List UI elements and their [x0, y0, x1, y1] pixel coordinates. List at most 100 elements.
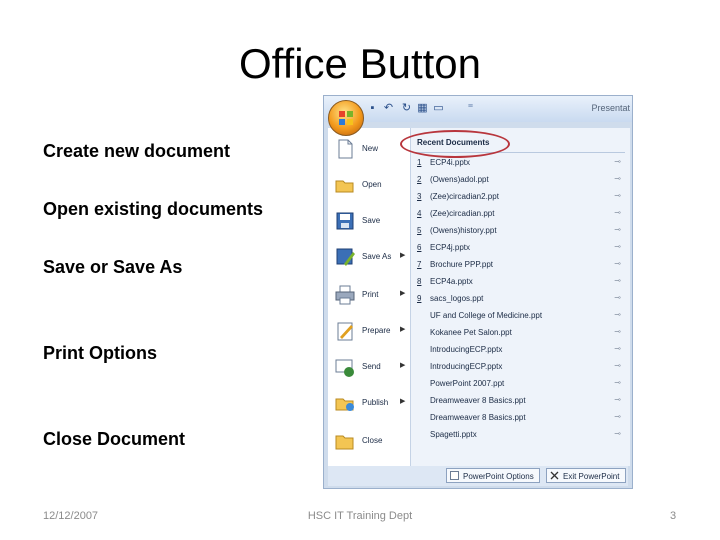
recent-documents-panel: Recent Documents 1 ECP4i.pptx ⊸ 2 (Owens)ado… — [411, 128, 630, 466]
chart-icon[interactable]: ▦ — [416, 102, 429, 115]
menu-item-open[interactable]: Open — [328, 170, 410, 202]
pin-icon[interactable]: ⊸ — [614, 344, 621, 353]
menu-item-close[interactable]: Close — [328, 426, 410, 458]
menu-label-save: Save — [362, 216, 381, 225]
recent-document-name: Dreamweaver 8 Basics.ppt — [430, 413, 526, 422]
menu-item-save[interactable]: Save — [328, 206, 410, 238]
menu-label-close: Close — [362, 436, 383, 445]
recent-document-number: 2 — [417, 175, 422, 184]
recent-document-item[interactable]: 9 sacs_logos.ppt ⊸ — [415, 291, 625, 307]
folder-icon[interactable]: ▭ — [432, 102, 445, 115]
recent-document-item[interactable]: Dreamweaver 8 Basics.ppt ⊸ — [415, 393, 625, 409]
recent-document-item[interactable]: 2 (Owens)adol.ppt ⊸ — [415, 172, 625, 188]
pin-icon[interactable]: ⊸ — [614, 310, 621, 319]
recent-document-item[interactable]: Spagetti.pptx ⊸ — [415, 427, 625, 443]
redo-icon[interactable]: ↻ — [400, 102, 413, 115]
pin-icon[interactable]: ⊸ — [614, 395, 621, 404]
menu-item-prepare[interactable]: Prepare ▶ — [328, 316, 410, 348]
recent-document-name: (Owens)adol.ppt — [430, 175, 489, 184]
office-menu-commands: New Open Save Save As ▶ Print ▶ Prepare … — [328, 128, 411, 466]
recent-document-item[interactable]: Dreamweaver 8 Basics.ppt ⊸ — [415, 410, 625, 426]
recent-document-name: IntroducingECP.pptx — [430, 362, 503, 371]
recent-document-number: 8 — [417, 277, 422, 286]
menu-item-send[interactable]: Send ▶ — [328, 352, 410, 384]
menu-item-save-as[interactable]: Save As ▶ — [328, 242, 410, 274]
recent-document-name: ECP4i.pptx — [430, 158, 471, 167]
bullet-create-new: Create new document — [43, 141, 231, 161]
office-button[interactable] — [328, 100, 364, 136]
recent-document-item[interactable]: IntroducingECP.pptx ⊸ — [415, 359, 625, 375]
menu-item-new[interactable]: New — [328, 134, 410, 166]
pin-icon[interactable]: ⊸ — [614, 327, 621, 336]
recent-document-number: 5 — [417, 226, 422, 235]
menu-label-new: New — [362, 144, 379, 153]
recent-document-number: 1 — [417, 158, 422, 167]
recent-document-item[interactable]: 4 (Zee)circadian.ppt ⊸ — [415, 206, 625, 222]
customize-icon[interactable]: ⁼ — [464, 102, 477, 115]
recent-document-item[interactable]: 8 ECP4a.pptx ⊸ — [415, 274, 625, 290]
close-folder-icon — [335, 435, 354, 450]
save-icon[interactable]: ▪ — [366, 102, 379, 115]
recent-document-item[interactable]: PowerPoint 2007.ppt ⊸ — [415, 376, 625, 392]
menu-label-save-as: Save As — [362, 252, 392, 261]
recent-document-name: Brochure PPP.ppt — [430, 260, 494, 269]
pin-icon[interactable]: ⊸ — [614, 429, 621, 438]
recent-document-item[interactable]: 6 ECP4j.pptx ⊸ — [415, 240, 625, 256]
pin-icon[interactable]: ⊸ — [614, 191, 621, 200]
menu-item-publish[interactable]: Publish ▶ — [328, 388, 410, 420]
recent-document-number: 6 — [417, 243, 422, 252]
recent-document-item[interactable]: 5 (Owens)history.ppt ⊸ — [415, 223, 625, 239]
save-disk-icon — [336, 212, 354, 230]
menu-label-publish: Publish — [362, 398, 389, 407]
window-title: Presentat — [591, 103, 630, 113]
pin-icon[interactable]: ⊸ — [614, 225, 621, 234]
pin-icon[interactable]: ⊸ — [614, 276, 621, 285]
pin-icon[interactable]: ⊸ — [614, 378, 621, 387]
bullet-close-document: Close Document — [43, 429, 186, 449]
pin-icon[interactable]: ⊸ — [614, 174, 621, 183]
menu-label-print: Print — [362, 290, 379, 299]
recent-document-name: ECP4j.pptx — [430, 243, 471, 252]
recent-documents-highlight — [400, 130, 510, 158]
pin-icon[interactable]: ⊸ — [614, 361, 621, 370]
exit-x-icon — [550, 471, 559, 480]
recent-document-item[interactable]: UF and College of Medicine.ppt ⊸ — [415, 308, 625, 324]
recent-document-name: PowerPoint 2007.ppt — [430, 379, 505, 388]
recent-document-name: UF and College of Medicine.ppt — [430, 311, 543, 320]
submenu-arrow-icon: ▶ — [400, 252, 406, 259]
footer-center: HSC IT Training Dept — [307, 510, 413, 522]
recent-document-name: (Owens)history.ppt — [430, 226, 497, 235]
menu-label-send: Send — [362, 362, 381, 371]
recent-document-name: (Zee)circadian2.ppt — [430, 192, 499, 201]
submenu-arrow-icon: ▶ — [400, 326, 406, 333]
recent-document-item[interactable]: 3 (Zee)circadian2.ppt ⊸ — [415, 189, 625, 205]
submenu-arrow-icon: ▶ — [400, 362, 406, 369]
recent-document-item[interactable]: IntroducingECP.pptx ⊸ — [415, 342, 625, 358]
menu-item-print[interactable]: Print ▶ — [328, 280, 410, 312]
recent-document-item[interactable]: Kokanee Pet Salon.ppt ⊸ — [415, 325, 625, 341]
pin-icon[interactable]: ⊸ — [614, 293, 621, 302]
save-as-icon — [336, 248, 355, 266]
slide-title: Office Button — [238, 40, 482, 87]
menu-footer-bar: PowerPoint Options Exit PowerPoint — [328, 466, 628, 486]
publish-icon — [335, 398, 354, 411]
undo-icon[interactable]: ↶ — [382, 102, 395, 115]
pin-icon[interactable]: ⊸ — [614, 242, 621, 251]
recent-document-name: Spagetti.pptx — [430, 430, 477, 439]
submenu-arrow-icon: ▶ — [400, 290, 406, 297]
recent-document-item[interactable]: 7 Brochure PPP.ppt ⊸ — [415, 257, 625, 273]
pin-icon[interactable]: ⊸ — [614, 208, 621, 217]
submenu-arrow-icon: ▶ — [400, 398, 406, 405]
pin-icon[interactable]: ⊸ — [614, 412, 621, 421]
printer-icon — [335, 285, 355, 305]
exit-powerpoint-button[interactable]: Exit PowerPoint — [546, 468, 626, 483]
recent-document-name: sacs_logos.ppt — [430, 294, 484, 303]
pin-icon[interactable]: ⊸ — [614, 157, 621, 166]
powerpoint-options-button[interactable]: PowerPoint Options — [446, 468, 540, 483]
send-icon — [335, 359, 354, 377]
footer-page-number: 3 — [670, 510, 677, 522]
pin-icon[interactable]: ⊸ — [614, 259, 621, 268]
recent-document-name: Kokanee Pet Salon.ppt — [430, 328, 512, 337]
recent-document-number: 3 — [417, 192, 422, 201]
options-icon — [450, 471, 459, 480]
